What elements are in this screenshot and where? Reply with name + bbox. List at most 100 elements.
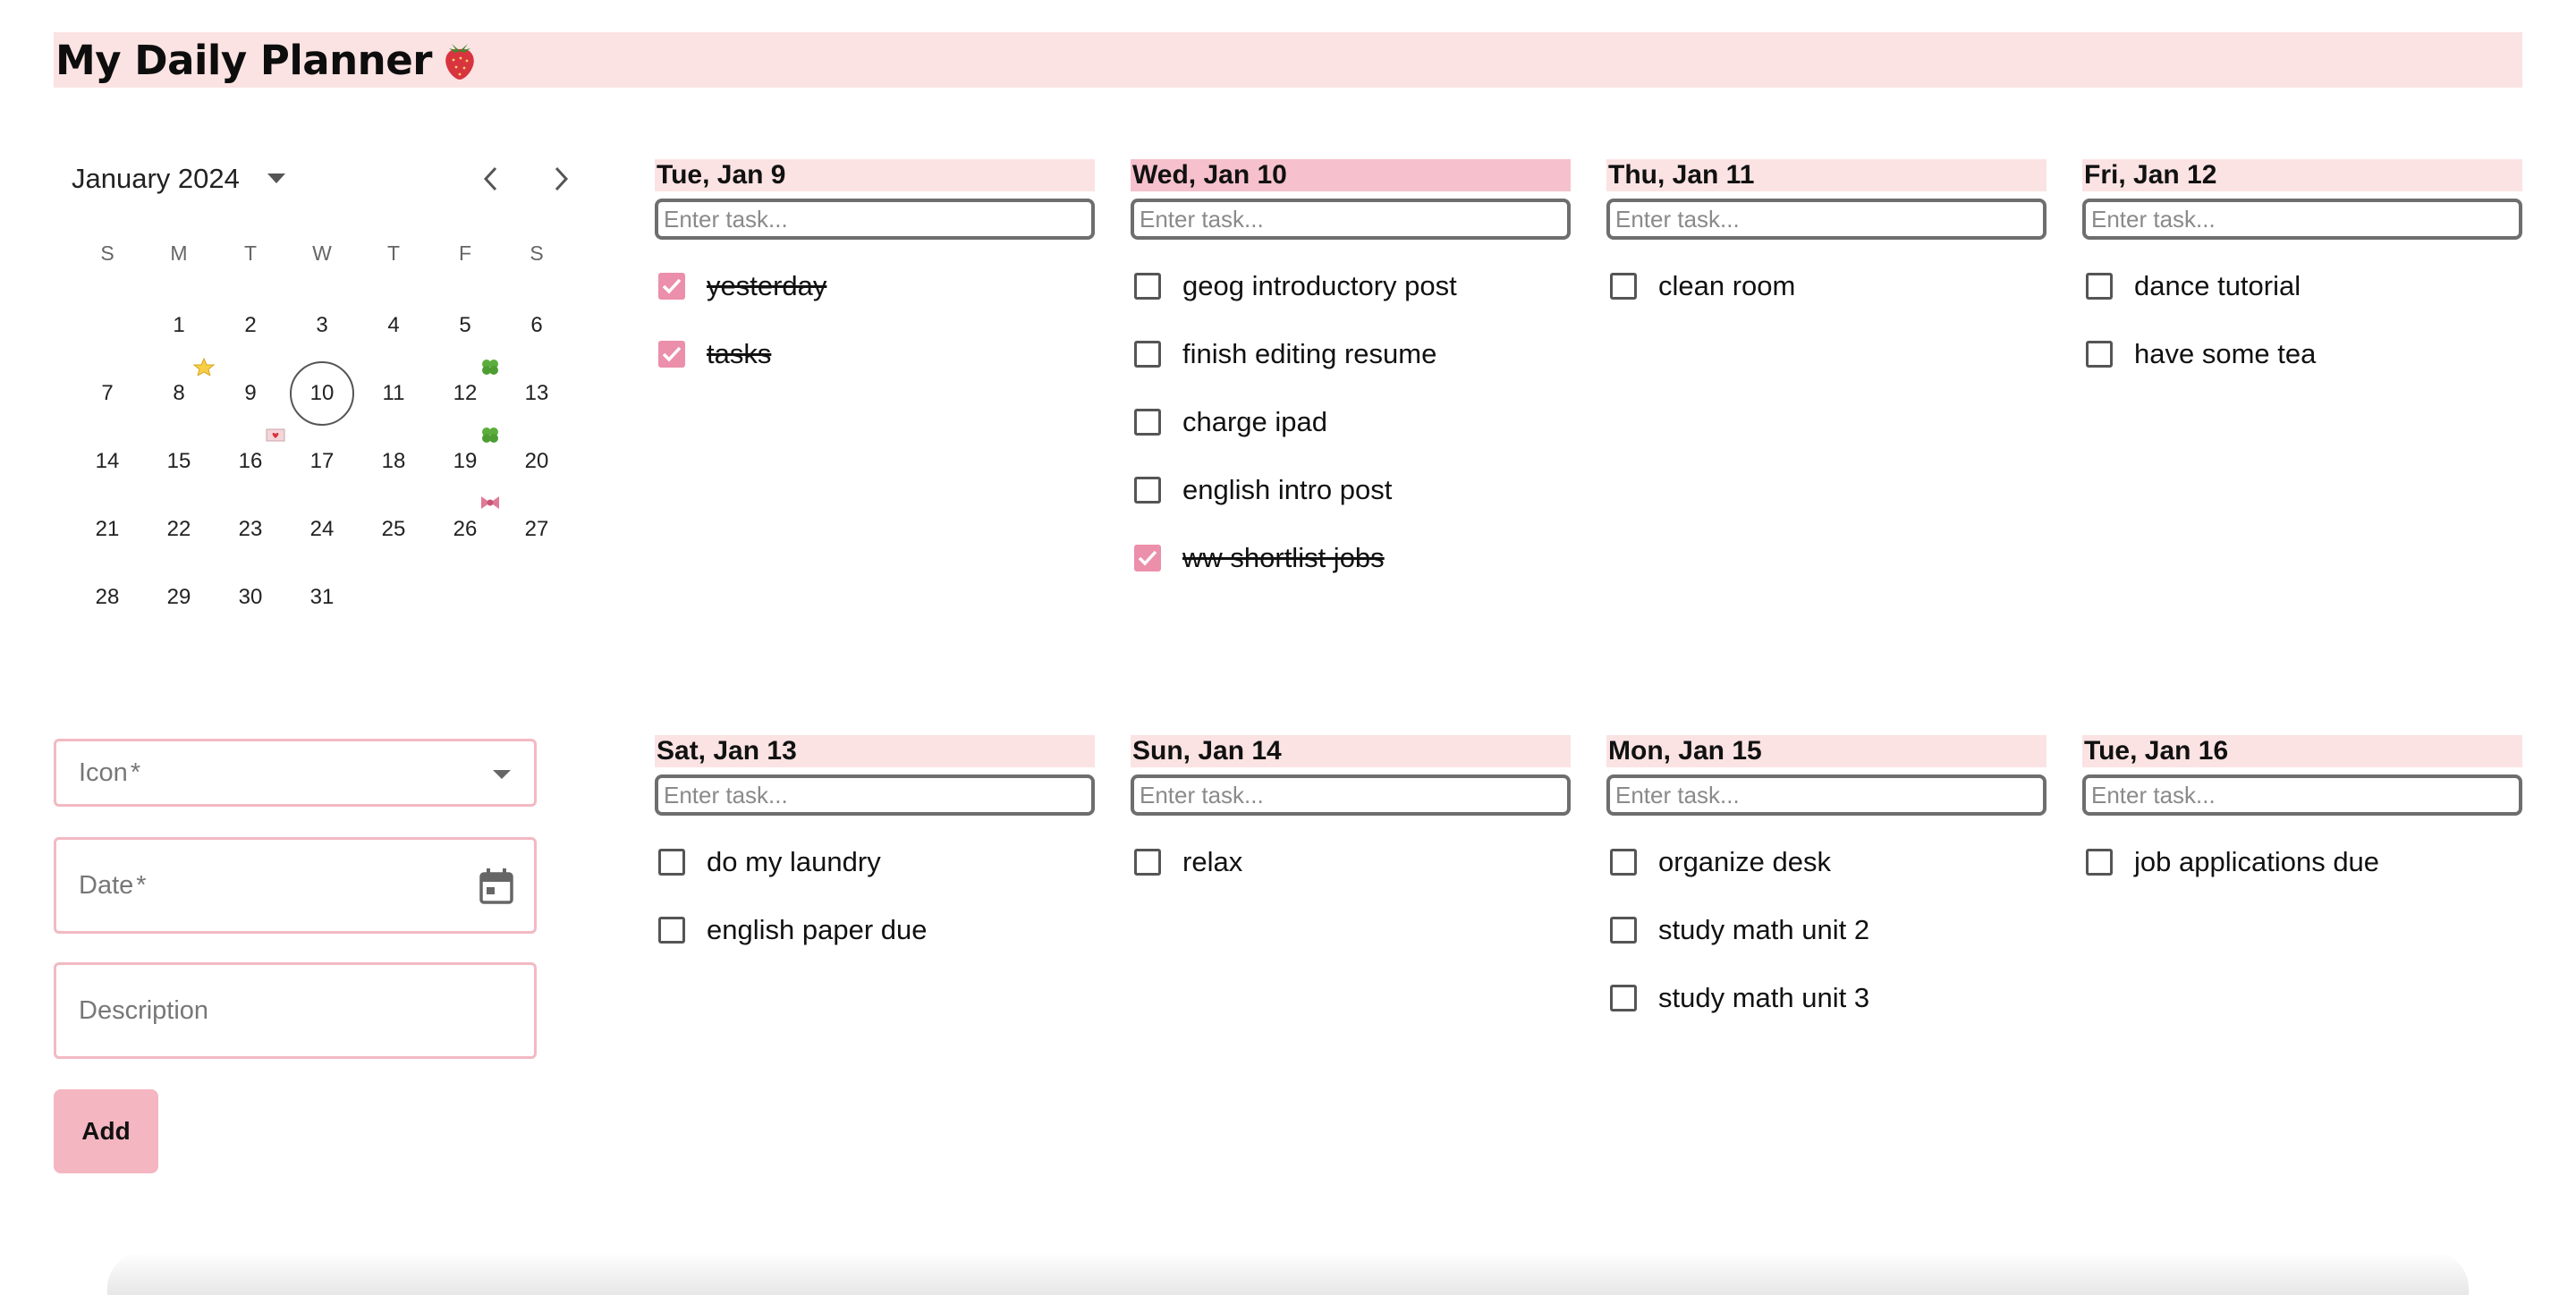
- calendar-day[interactable]: 28: [75, 565, 140, 630]
- task-label: have some tea: [2134, 338, 2317, 369]
- description-field[interactable]: Description: [54, 962, 537, 1059]
- day-column: Wed, Jan 10 geog introductory post finish …: [1131, 159, 1571, 592]
- calendar-day[interactable]: 7: [75, 361, 140, 426]
- calendar-day[interactable]: 14: [75, 429, 140, 494]
- task-label: english paper due: [707, 914, 928, 945]
- calendar-day[interactable]: 11: [361, 361, 426, 426]
- calendar-header: January 2024: [72, 161, 290, 197]
- task-input[interactable]: [1606, 199, 2046, 240]
- calendar-day-today[interactable]: 10: [290, 361, 354, 426]
- task-checkbox[interactable]: [658, 917, 685, 944]
- task-input[interactable]: [655, 199, 1095, 240]
- calendar-day[interactable]: 27: [504, 497, 569, 562]
- task-label: tasks: [707, 338, 772, 369]
- day-column: Fri, Jan 12 dance tutorial have some tea: [2082, 159, 2522, 388]
- task-input[interactable]: [1131, 199, 1571, 240]
- star-icon: [193, 358, 215, 376]
- calendar-day[interactable]: 22: [147, 497, 211, 562]
- calendar-day[interactable]: 9: [218, 361, 283, 426]
- calendar-icon: [479, 868, 513, 904]
- weekday-header: S: [100, 241, 114, 265]
- next-month-button[interactable]: [542, 161, 581, 197]
- task-checkbox[interactable]: [1134, 273, 1161, 300]
- task-checkbox-checked[interactable]: [658, 341, 685, 368]
- bottom-shadow: [107, 1252, 2469, 1295]
- date-required-mark: *: [136, 870, 147, 900]
- task-input[interactable]: [1606, 774, 2046, 816]
- date-field-label: Date: [79, 870, 134, 900]
- day-heading: Mon, Jan 15: [1606, 735, 2046, 767]
- task-label: finish editing resume: [1182, 338, 1437, 369]
- calendar-day[interactable]: 24: [290, 497, 354, 562]
- task-label: charge ipad: [1182, 406, 1328, 437]
- icon-select[interactable]: Icon *: [54, 739, 537, 807]
- calendar-day[interactable]: 17: [290, 429, 354, 494]
- icon-select-label: Icon: [79, 758, 128, 787]
- task-label: study math unit 2: [1658, 914, 1870, 945]
- day-heading: Wed, Jan 10: [1131, 159, 1571, 191]
- calendar-day[interactable]: 1: [147, 293, 211, 358]
- day-heading: Fri, Jan 12: [2082, 159, 2522, 191]
- task-input[interactable]: [2082, 199, 2522, 240]
- add-event-button[interactable]: Add: [54, 1089, 158, 1173]
- calendar-day[interactable]: 3: [290, 293, 354, 358]
- task-checkbox[interactable]: [1134, 849, 1161, 876]
- task-input[interactable]: [2082, 774, 2522, 816]
- calendar-day[interactable]: 29: [147, 565, 211, 630]
- weekday-header: S: [530, 241, 544, 265]
- calendar-day[interactable]: 23: [218, 497, 283, 562]
- calendar-day[interactable]: 13: [504, 361, 569, 426]
- task-label: study math unit 3: [1658, 982, 1870, 1013]
- task-checkbox[interactable]: [1134, 341, 1161, 368]
- task-item: geog introductory post: [1131, 252, 1571, 320]
- calendar-day[interactable]: 25: [361, 497, 426, 562]
- date-picker-button[interactable]: [477, 867, 516, 906]
- task-checkbox[interactable]: [1610, 273, 1637, 300]
- weekday-header: T: [243, 241, 258, 265]
- task-checkbox[interactable]: [1610, 985, 1637, 1011]
- checkmark-icon: [662, 278, 682, 294]
- task-input[interactable]: [1131, 774, 1571, 816]
- task-checkbox[interactable]: [1134, 477, 1161, 504]
- weekday-header: T: [386, 241, 401, 265]
- calendar-day[interactable]: 6: [504, 293, 569, 358]
- love-letter-icon: [266, 428, 285, 442]
- task-item: english intro post: [1131, 456, 1571, 524]
- calendar-day[interactable]: 15: [147, 429, 211, 494]
- calendar-day[interactable]: 5: [433, 293, 497, 358]
- calendar-day[interactable]: 21: [75, 497, 140, 562]
- task-checkbox[interactable]: [2086, 341, 2113, 368]
- calendar-day[interactable]: 20: [504, 429, 569, 494]
- task-checkbox-checked[interactable]: [658, 273, 685, 300]
- task-checkbox[interactable]: [1610, 917, 1637, 944]
- task-item: do my laundry: [655, 828, 1095, 896]
- calendar-day[interactable]: 30: [218, 565, 283, 630]
- task-input[interactable]: [655, 774, 1095, 816]
- calendar-day[interactable]: 4: [361, 293, 426, 358]
- previous-month-button[interactable]: [470, 161, 510, 197]
- calendar-day[interactable]: 31: [290, 565, 354, 630]
- calendar-day[interactable]: 18: [361, 429, 426, 494]
- month-dropdown-button[interactable]: [263, 165, 290, 192]
- task-checkbox[interactable]: [1134, 409, 1161, 436]
- page-title-text: My Daily Planner: [55, 36, 432, 84]
- icon-required-mark: *: [130, 758, 141, 787]
- checkmark-icon: [1138, 550, 1157, 566]
- weekday-header: F: [458, 241, 472, 265]
- task-checkbox[interactable]: [658, 849, 685, 876]
- day-heading: Sun, Jan 14: [1131, 735, 1571, 767]
- task-item: tasks: [655, 320, 1095, 388]
- day-heading: Thu, Jan 11: [1606, 159, 2046, 191]
- task-checkbox-checked[interactable]: [1134, 545, 1161, 571]
- description-field-label: Description: [79, 995, 209, 1025]
- calendar-day[interactable]: 2: [218, 293, 283, 358]
- task-checkbox[interactable]: [1610, 849, 1637, 876]
- date-field[interactable]: Date *: [54, 837, 537, 934]
- task-checkbox[interactable]: [2086, 849, 2113, 876]
- task-label: job applications due: [2134, 846, 2380, 877]
- dropdown-arrow-icon: [493, 770, 511, 779]
- day-heading: Sat, Jan 13: [655, 735, 1095, 767]
- task-checkbox[interactable]: [2086, 273, 2113, 300]
- task-item: english paper due: [655, 896, 1095, 964]
- day-column: Thu, Jan 11 clean room: [1606, 159, 2046, 320]
